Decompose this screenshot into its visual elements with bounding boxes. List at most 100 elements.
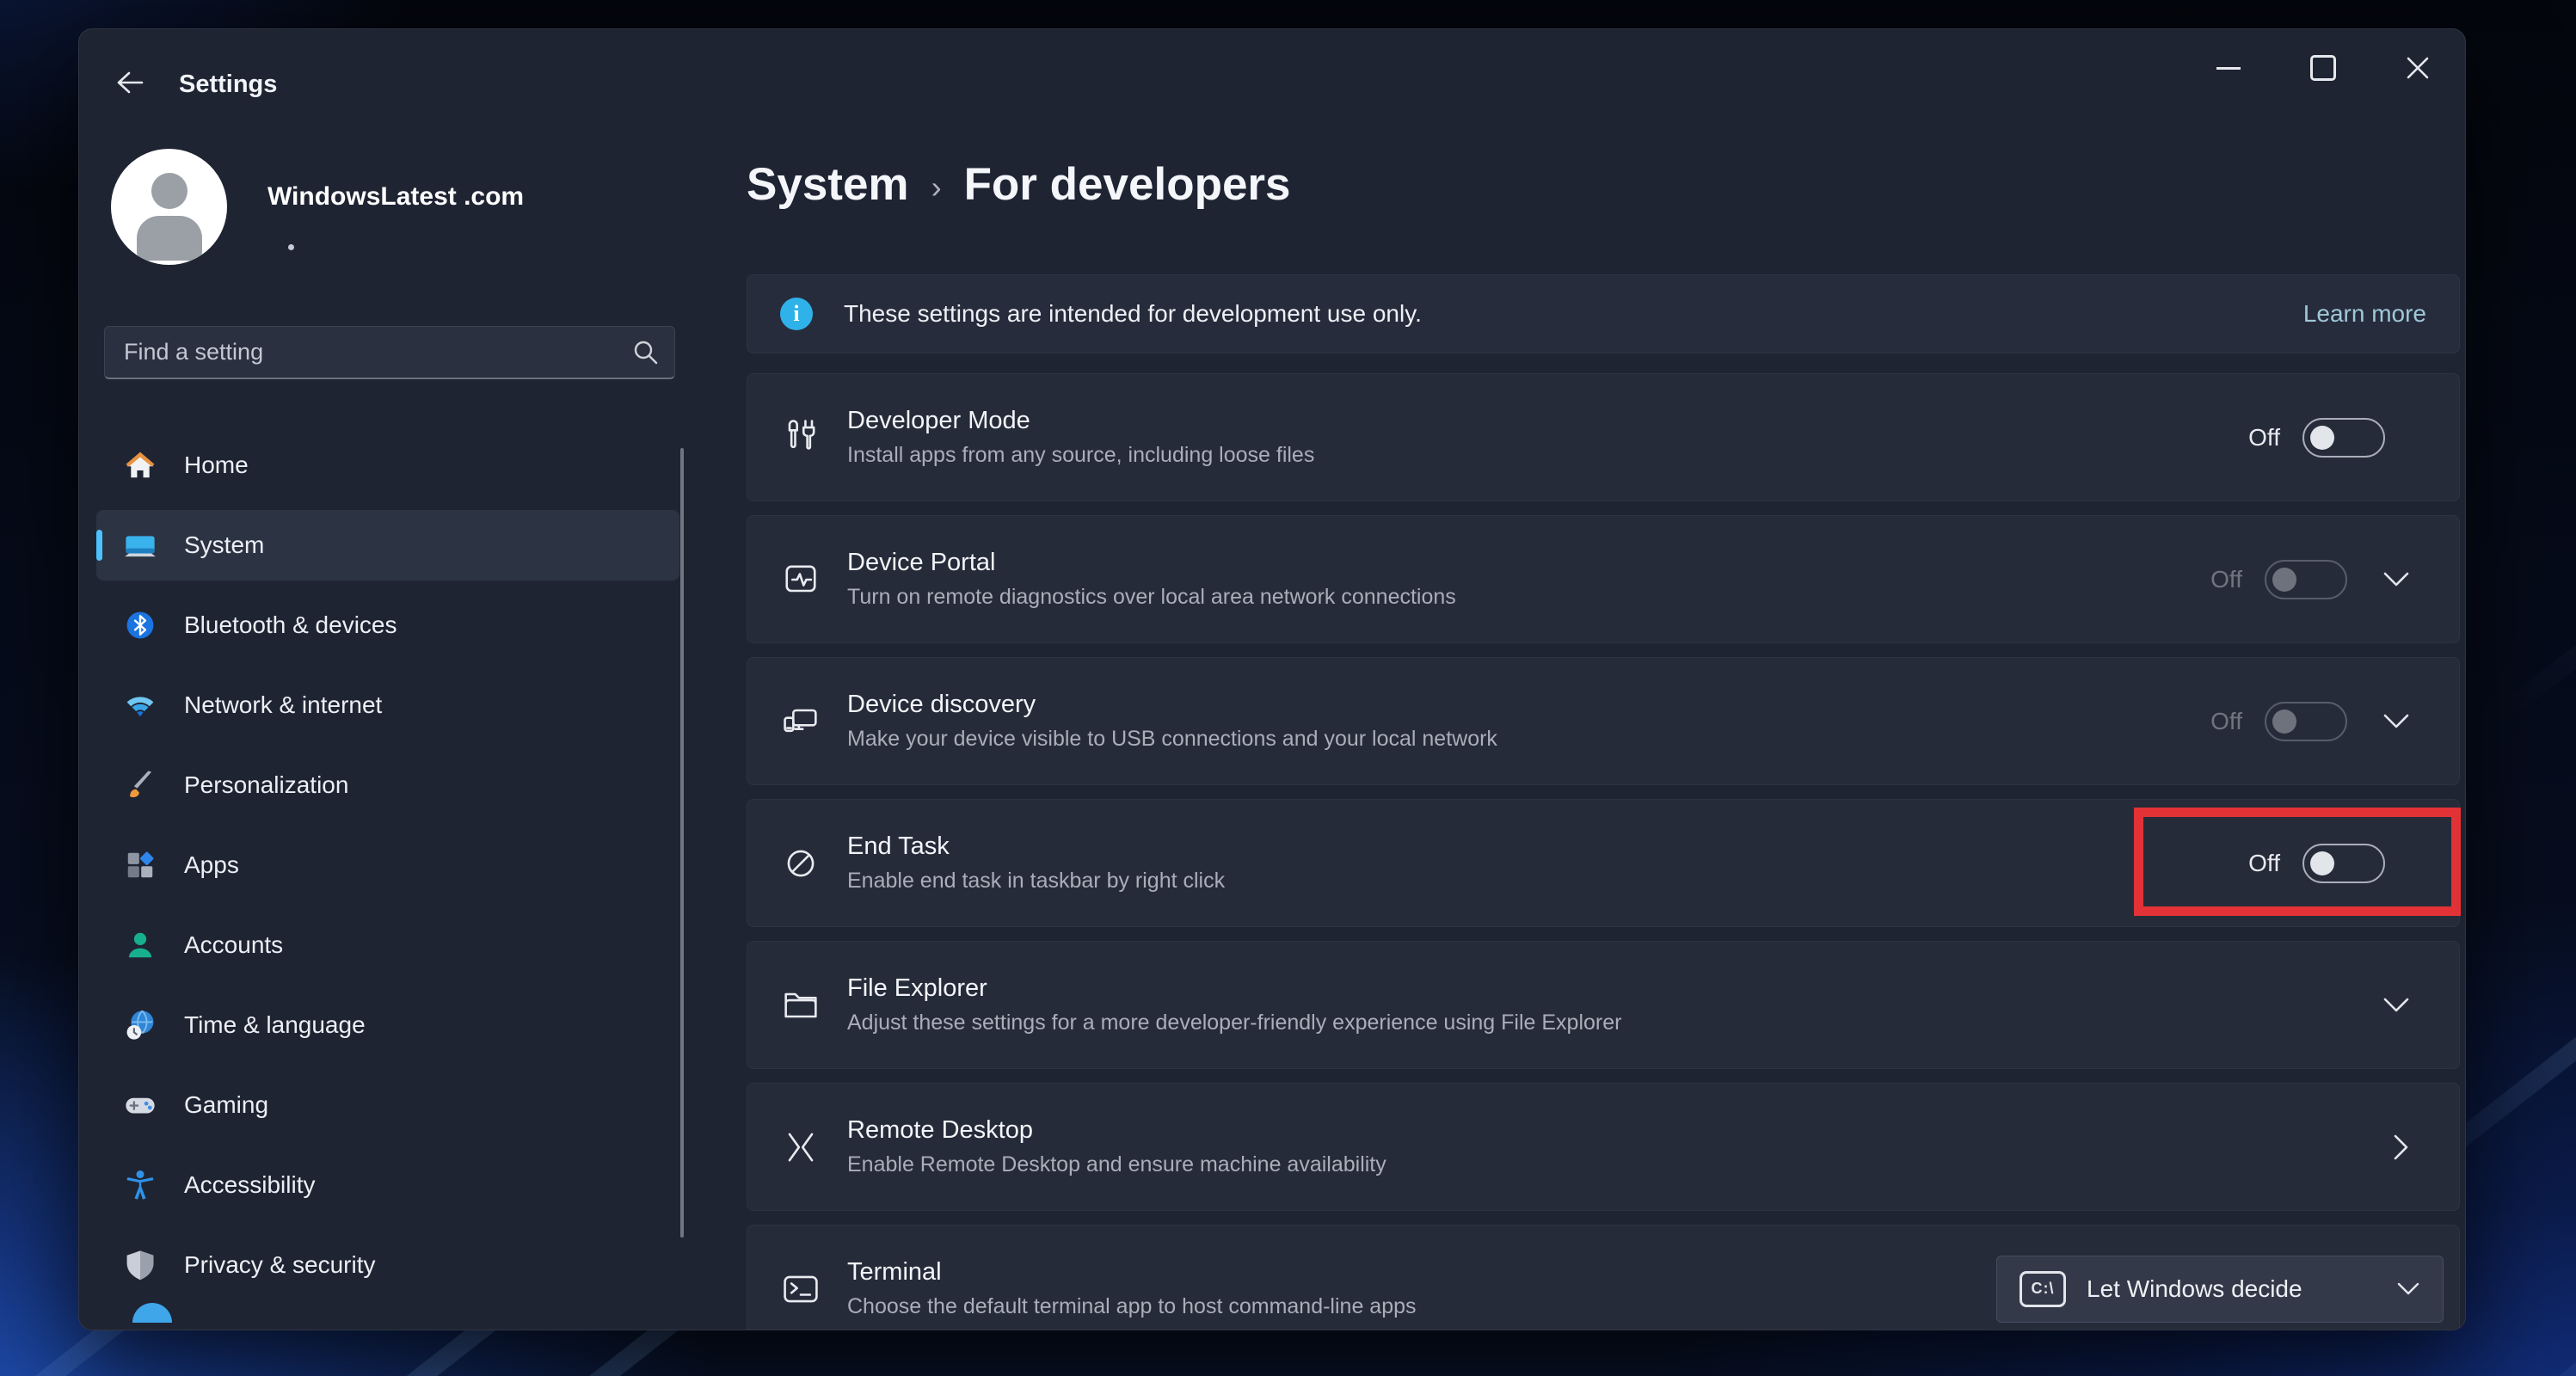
terminal-default-dropdown[interactable]: C:\ Let Windows decide — [1996, 1256, 2444, 1323]
info-banner: i These settings are intended for develo… — [747, 274, 2460, 353]
row-text: File Explorer Adjust these settings for … — [847, 974, 1621, 1035]
sidebar-item-label: Personalization — [184, 771, 348, 799]
folder-icon — [778, 983, 823, 1028]
breadcrumb: System › For developers — [747, 158, 1291, 211]
chevron-down-icon[interactable] — [2382, 570, 2411, 589]
sidebar-item-label: Apps — [184, 851, 239, 879]
desktop: Settings WindowsLatest .com — [0, 0, 2576, 1376]
close-icon — [2406, 56, 2430, 80]
row-description: Make your device visible to USB connecti… — [847, 727, 1497, 752]
device-portal-icon — [778, 557, 823, 602]
terminal-icon — [778, 1267, 823, 1312]
sidebar-item-label: System — [184, 531, 264, 559]
sidebar-item-home[interactable]: Home — [96, 430, 679, 501]
row-text: Device Portal Turn on remote diagnostics… — [847, 549, 1456, 610]
account-name: WindowsLatest .com — [267, 182, 524, 212]
toggle-state-label: Off — [2248, 424, 2280, 452]
search-icon — [631, 338, 661, 367]
row-terminal: Terminal Choose the default terminal app… — [747, 1225, 2460, 1330]
bluetooth-icon — [124, 609, 157, 642]
back-button[interactable] — [108, 64, 151, 101]
app-title: Settings — [179, 71, 277, 99]
sidebar-item-privacy-security[interactable]: Privacy & security — [96, 1230, 679, 1300]
home-icon — [124, 449, 157, 482]
sidebar-item-apps[interactable]: Apps — [96, 830, 679, 900]
row-description: Turn on remote diagnostics over local ar… — [847, 585, 1456, 610]
settings-window: Settings WindowsLatest .com — [78, 28, 2466, 1330]
sidebar-item-gaming[interactable]: Gaming — [96, 1070, 679, 1140]
row-text: Device discovery Make your device visibl… — [847, 691, 1497, 752]
command-prompt-icon: C:\ — [2020, 1271, 2066, 1307]
breadcrumb-parent[interactable]: System — [747, 158, 909, 211]
chevron-down-icon[interactable] — [2382, 996, 2411, 1015]
back-arrow-icon — [114, 69, 145, 96]
search-input[interactable] — [105, 327, 674, 378]
row-description: Adjust these settings for a more develop… — [847, 1010, 1621, 1035]
row-description: Enable end task in taskbar by right clic… — [847, 869, 1225, 894]
row-title: Remote Desktop — [847, 1116, 1386, 1145]
row-text: Developer Mode Install apps from any sou… — [847, 407, 1314, 468]
row-title: End Task — [847, 832, 1225, 861]
sidebar-nav: Home System Bluetooth & devices Networ — [96, 430, 679, 1310]
row-text: Terminal Choose the default terminal app… — [847, 1258, 1417, 1319]
sidebar-item-accounts[interactable]: Accounts — [96, 910, 679, 980]
sidebar-item-accessibility[interactable]: Accessibility — [96, 1150, 679, 1220]
shield-icon — [124, 1249, 157, 1281]
chevron-right-icon[interactable] — [2392, 1133, 2411, 1162]
sidebar-item-label: Gaming — [184, 1091, 268, 1119]
sidebar-item-label: Network & internet — [184, 691, 382, 719]
banner-text: These settings are intended for developm… — [844, 300, 1422, 328]
wifi-icon — [124, 689, 157, 722]
chevron-down-icon[interactable] — [2382, 712, 2411, 731]
account-subtitle-dot — [288, 244, 294, 250]
sidebar-item-label: Time & language — [184, 1011, 366, 1039]
globe-clock-icon — [124, 1009, 157, 1041]
avatar-person-icon — [137, 216, 202, 261]
sidebar-item-network-internet[interactable]: Network & internet — [96, 670, 679, 740]
sidebar-item-label: Home — [184, 452, 249, 479]
account-avatar[interactable] — [111, 149, 227, 265]
page-title: For developers — [964, 158, 1291, 211]
row-file-explorer: File Explorer Adjust these settings for … — [747, 941, 2460, 1069]
sidebar-item-bluetooth-devices[interactable]: Bluetooth & devices — [96, 590, 679, 660]
close-button[interactable] — [2370, 29, 2465, 107]
info-icon: i — [780, 298, 813, 330]
row-controls: Off — [2210, 560, 2459, 599]
developer-mode-toggle[interactable] — [2302, 418, 2385, 458]
row-developer-mode: Developer Mode Install apps from any sou… — [747, 373, 2460, 501]
sidebar-item-time-language[interactable]: Time & language — [96, 990, 679, 1060]
block-icon — [778, 841, 823, 886]
device-discovery-icon — [778, 699, 823, 744]
paintbrush-icon — [124, 769, 157, 802]
maximize-button[interactable] — [2276, 29, 2370, 107]
person-icon — [124, 929, 157, 961]
maximize-icon — [2310, 55, 2336, 81]
remote-desktop-icon — [778, 1125, 823, 1170]
toggle-knob — [2272, 568, 2296, 592]
row-device-portal: Device Portal Turn on remote diagnostics… — [747, 515, 2460, 643]
sidebar-item-label: Accessibility — [184, 1171, 315, 1199]
row-description: Choose the default terminal app to host … — [847, 1294, 1417, 1319]
toggle-state-label: Off — [2210, 708, 2242, 735]
toggle-knob — [2272, 710, 2296, 734]
minimize-button[interactable] — [2181, 29, 2276, 107]
wallpaper-streak — [2500, 333, 2576, 718]
device-portal-toggle — [2265, 560, 2347, 599]
sidebar-item-label: Bluetooth & devices — [184, 611, 397, 639]
search-box — [104, 326, 675, 379]
system-icon — [124, 529, 157, 562]
selected-indicator — [96, 530, 102, 561]
row-device-discovery: Device discovery Make your device visibl… — [747, 657, 2460, 785]
sidebar-item-personalization[interactable]: Personalization — [96, 750, 679, 820]
sidebar-item-system[interactable]: System — [96, 510, 679, 580]
learn-more-link[interactable]: Learn more — [2303, 300, 2426, 328]
accessibility-person-icon — [124, 1169, 157, 1201]
row-title: File Explorer — [847, 974, 1621, 1003]
breadcrumb-separator: › — [931, 164, 942, 206]
row-remote-desktop: Remote Desktop Enable Remote Desktop and… — [747, 1083, 2460, 1211]
avatar-person-icon — [151, 173, 188, 209]
row-controls: Off — [2210, 702, 2459, 741]
row-controls: Off — [2248, 418, 2459, 458]
row-description: Enable Remote Desktop and ensure machine… — [847, 1152, 1386, 1177]
sidebar-scrollbar[interactable] — [680, 448, 684, 1238]
